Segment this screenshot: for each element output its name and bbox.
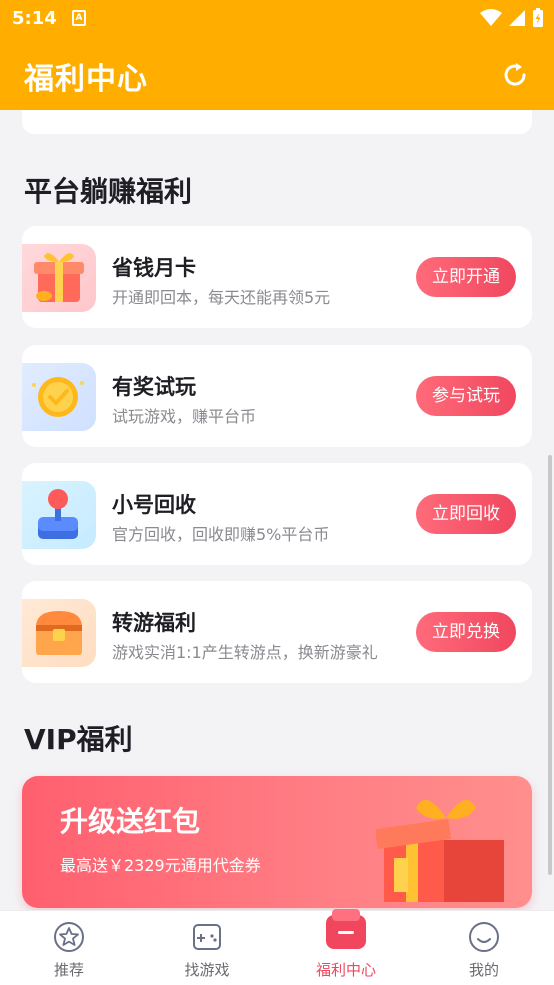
- app-bar: 福利中心: [0, 38, 554, 110]
- welfare-icon: [326, 909, 366, 949]
- page-title: 福利中心: [24, 62, 148, 97]
- tab-find-games[interactable]: 找游戏: [138, 911, 276, 985]
- welfare-row-trial-play[interactable]: 有奖试玩 试玩游戏，赚平台币 参与试玩: [22, 345, 532, 447]
- item-desc: 开通即回本，每天还能再领5元: [112, 288, 331, 307]
- vip-upgrade-banner[interactable]: 升级送红包 最高送￥2329元通用代金券: [22, 776, 532, 908]
- platform-section-title: 平台躺赚福利: [24, 175, 193, 208]
- redeem-now-button[interactable]: 立即兑换: [416, 612, 516, 652]
- tab-welfare-center[interactable]: 福利中心: [277, 909, 415, 985]
- gift-box-icon: [22, 244, 96, 312]
- item-desc: 试玩游戏，赚平台币: [112, 407, 257, 426]
- wifi-icon: [480, 9, 502, 26]
- join-trial-button[interactable]: 参与试玩: [416, 376, 516, 416]
- smile-icon: [469, 922, 499, 952]
- status-bar: 5:14 A: [0, 0, 554, 38]
- joystick-icon: [22, 481, 96, 549]
- scrollbar[interactable]: [548, 455, 552, 875]
- tab-label: 推荐: [53, 961, 84, 979]
- banner-title: 升级送红包: [60, 805, 201, 838]
- welfare-row-monthly-card[interactable]: 省钱月卡 开通即回本，每天还能再领5元 立即开通: [22, 226, 532, 328]
- content-scroll[interactable]: 平台躺赚福利 省钱月卡 开通即回本，每天还能再领5元 立即开通 有奖试玩 试玩游…: [0, 110, 554, 910]
- tab-mine[interactable]: 我的: [415, 911, 553, 985]
- item-name: 省钱月卡: [112, 256, 196, 280]
- tab-label: 福利中心: [315, 961, 376, 979]
- item-name: 转游福利: [112, 611, 196, 635]
- recycle-now-button[interactable]: 立即回收: [416, 494, 516, 534]
- previous-card: [22, 110, 532, 134]
- item-name: 有奖试玩: [112, 375, 196, 399]
- gold-coin-icon: [22, 363, 96, 431]
- welfare-row-account-recycle[interactable]: 小号回收 官方回收，回收即赚5%平台币 立即回收: [22, 463, 532, 565]
- open-now-button[interactable]: 立即开通: [416, 257, 516, 297]
- tab-recommend[interactable]: 推荐: [0, 911, 138, 985]
- bottom-tab-bar: 推荐 找游戏 福利中心 我的: [0, 909, 554, 985]
- tab-label: 找游戏: [184, 961, 230, 979]
- item-desc: 游戏实消1:1产生转游点，换新游豪礼: [112, 643, 378, 662]
- signal-icon: [509, 10, 525, 26]
- status-time: 5:14: [12, 8, 57, 29]
- notification-icon: A: [72, 10, 86, 26]
- treasure-chest-icon: [22, 599, 96, 667]
- item-name: 小号回收: [112, 493, 196, 517]
- banner-subtitle: 最高送￥2329元通用代金券: [60, 856, 261, 875]
- red-gift-icon: [376, 800, 504, 902]
- refresh-icon[interactable]: [500, 60, 530, 90]
- vip-section-title: VIP福利: [24, 723, 133, 756]
- star-icon: [54, 922, 84, 952]
- battery-icon: [533, 8, 543, 27]
- gamepad-icon: [193, 924, 221, 950]
- item-desc: 官方回收，回收即赚5%平台币: [112, 525, 330, 544]
- welfare-row-transfer-game[interactable]: 转游福利 游戏实消1:1产生转游点，换新游豪礼 立即兑换: [22, 581, 532, 683]
- system-icons: [480, 8, 544, 28]
- tab-label: 我的: [468, 961, 499, 979]
